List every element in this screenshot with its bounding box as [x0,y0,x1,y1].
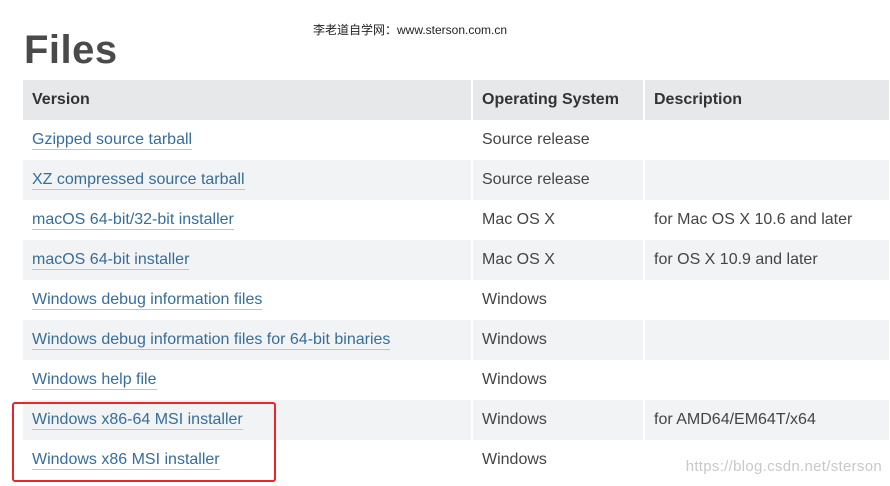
version-cell: Windows help file [23,360,473,400]
os-cell: Windows [472,360,645,400]
description-cell: for Mac OS X 10.6 and later [644,200,889,240]
table-row: XZ compressed source tarball Source rele… [23,160,889,200]
table-header-row: Version Operating System Description [23,80,889,120]
download-link-windows-help-file[interactable]: Windows help file [32,371,157,390]
table-row: Windows debug information files for 64-b… [23,320,889,360]
table-row: Windows help file Windows [23,360,889,400]
files-table: Version Operating System Description Gzi… [23,80,889,480]
os-cell: Source release [472,120,645,160]
description-cell [644,360,889,400]
version-cell: Gzipped source tarball [23,120,473,160]
description-cell: for AMD64/EM64T/x64 [644,400,889,440]
watermark: https://blog.csdn.net/sterson [685,458,882,475]
table-row: Gzipped source tarball Source release [23,120,889,160]
download-link-windows-debug-files[interactable]: Windows debug information files [32,291,263,310]
description-cell [644,280,889,320]
download-link-xz-source-tarball[interactable]: XZ compressed source tarball [32,171,245,190]
column-header-version: Version [23,80,473,120]
os-cell: Source release [472,160,645,200]
version-cell: Windows debug information files for 64-b… [23,320,473,360]
site-stamp: 李老道自学网：www.sterson.com.cn [313,23,508,37]
download-link-macos-64-32-installer[interactable]: macOS 64-bit/32-bit installer [32,211,234,230]
description-cell [644,320,889,360]
page-title: Files [24,27,118,72]
os-cell: Mac OS X [472,200,645,240]
download-link-gzipped-source-tarball[interactable]: Gzipped source tarball [32,131,193,150]
version-cell: XZ compressed source tarball [23,160,473,200]
download-link-windows-x86-64-msi[interactable]: Windows x86-64 MSI installer [32,411,243,430]
version-cell: Windows x86-64 MSI installer [23,400,473,440]
table-row: Windows debug information files Windows [23,280,889,320]
version-cell: Windows x86 MSI installer [23,440,473,480]
version-cell: macOS 64-bit/32-bit installer [23,200,473,240]
os-cell: Mac OS X [472,240,645,280]
description-cell [644,160,889,200]
description-cell: for OS X 10.9 and later [644,240,889,280]
table-row: Windows x86-64 MSI installer Windows for… [23,400,889,440]
column-header-description: Description [644,80,889,120]
download-link-windows-debug-files-64[interactable]: Windows debug information files for 64-b… [32,331,391,350]
download-link-windows-x86-msi[interactable]: Windows x86 MSI installer [32,451,220,470]
os-cell: Windows [472,440,645,480]
download-link-macos-64-installer[interactable]: macOS 64-bit installer [32,251,190,270]
os-cell: Windows [472,400,645,440]
os-cell: Windows [472,320,645,360]
version-cell: macOS 64-bit installer [23,240,473,280]
table-row: macOS 64-bit/32-bit installer Mac OS X f… [23,200,889,240]
description-cell [644,120,889,160]
version-cell: Windows debug information files [23,280,473,320]
os-cell: Windows [472,280,645,320]
column-header-operating-system: Operating System [472,80,645,120]
table-row: macOS 64-bit installer Mac OS X for OS X… [23,240,889,280]
